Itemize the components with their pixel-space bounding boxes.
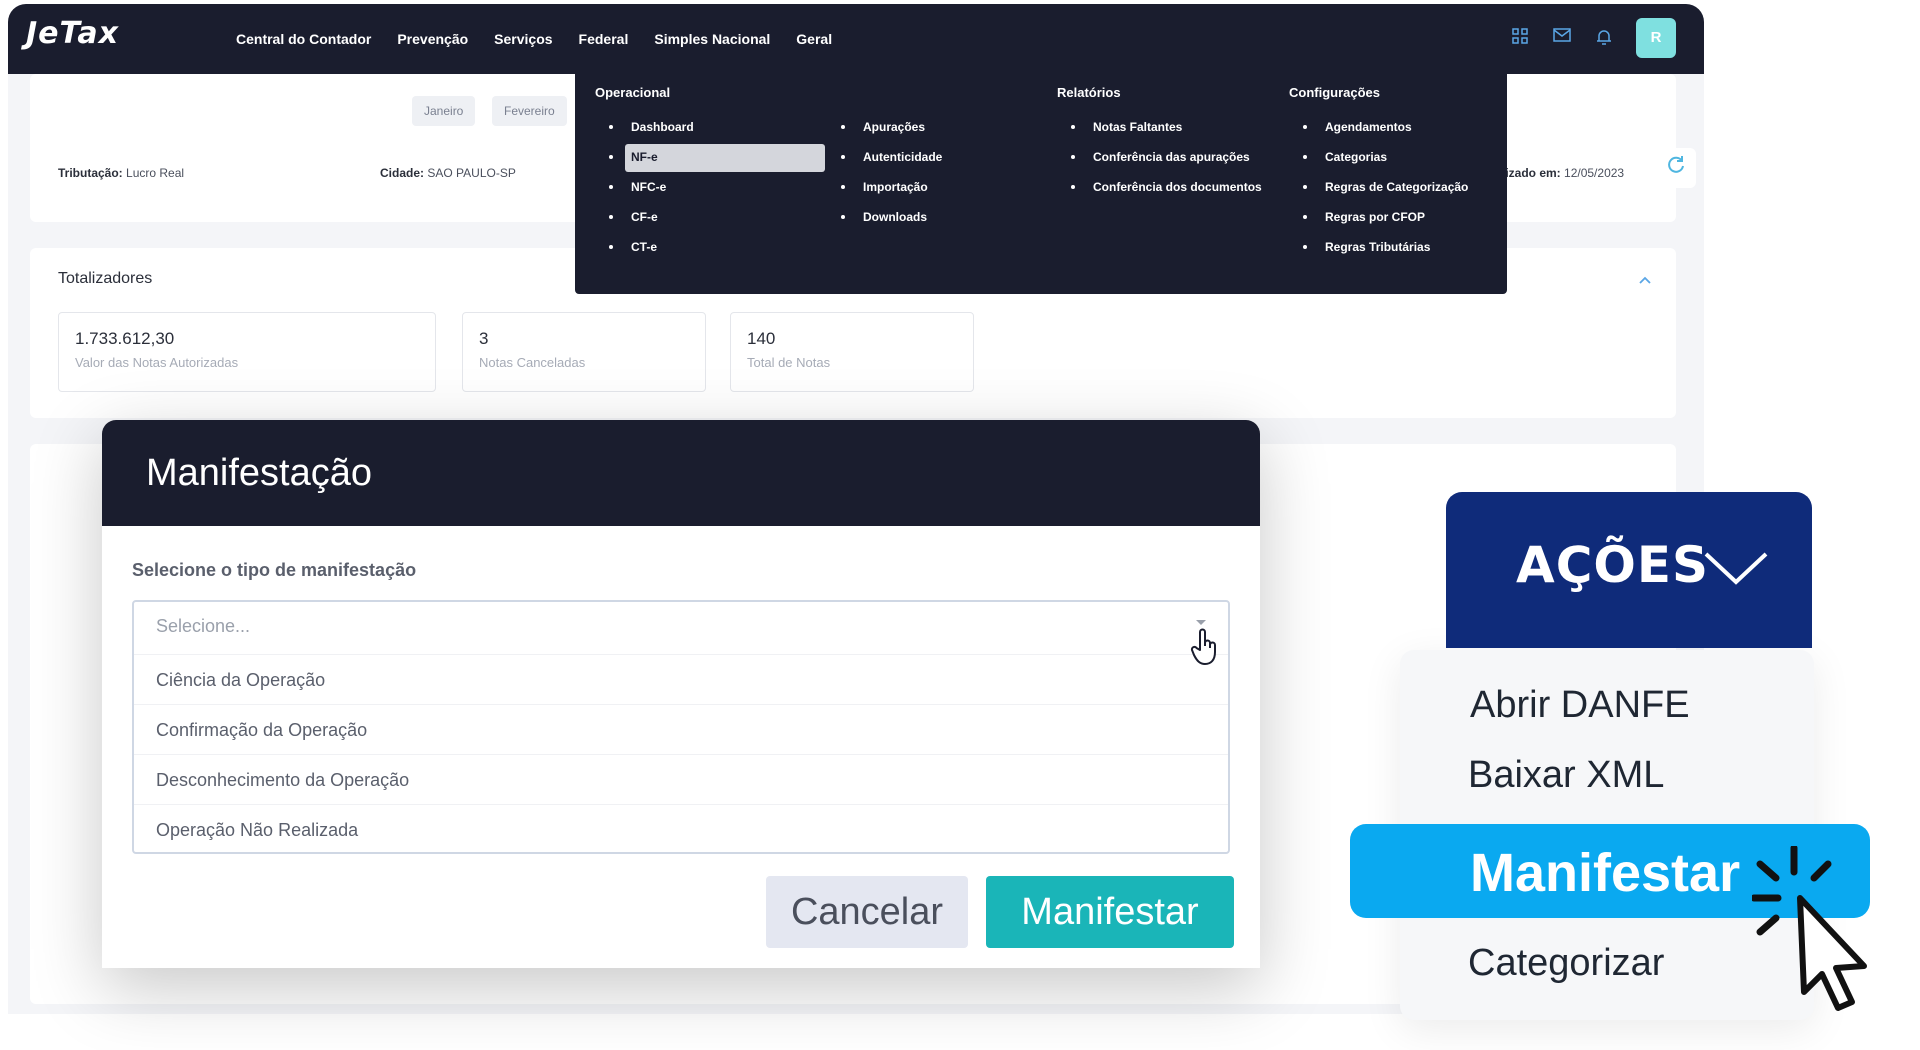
month-janeiro[interactable]: Janeiro [412, 96, 476, 126]
menu-item-downloads[interactable]: Downloads [827, 202, 942, 232]
menu-item-regras-cfop[interactable]: Regras por CFOP [1289, 202, 1468, 232]
total-value: 3 [479, 329, 489, 348]
total-notas: 140 Total de Notas [730, 312, 974, 392]
menu-item-importacao[interactable]: Importação [827, 172, 942, 202]
manifestacao-modal: Manifestação Selecione o tipo de manifes… [102, 420, 1260, 968]
logo: JeTax [26, 16, 120, 51]
nav-simples-nacional[interactable]: Simples Nacional [654, 31, 770, 47]
total-label: Notas Canceladas [479, 355, 586, 370]
actions-header-label: AÇÕES [1516, 536, 1710, 594]
action-abrir-danfe[interactable]: Abrir DANFE [1470, 684, 1690, 727]
menu-item-conferencia-apuracoes[interactable]: Conferência das apurações [1057, 142, 1262, 172]
menu-item-notas-faltantes[interactable]: Notas Faltantes [1057, 112, 1262, 142]
main-nav: Central do Contador Prevenção Serviços F… [236, 4, 832, 74]
menu-item-nfe[interactable]: NF-e [595, 142, 825, 172]
total-label: Valor das Notas Autorizadas [75, 355, 239, 370]
total-value: 140 [747, 329, 776, 348]
manifestacao-type-select[interactable]: Selecione... Ciência da Operação Confirm… [132, 600, 1230, 854]
chevron-down-icon [1704, 552, 1768, 585]
manifestacao-type-label: Selecione o tipo de manifestação [132, 560, 417, 580]
action-baixar-xml[interactable]: Baixar XML [1468, 754, 1664, 797]
menu-col-configuracoes: Configurações Agendamentos Categorias Re… [1289, 82, 1468, 262]
menu-item-regras-tributarias[interactable]: Regras Tributárias [1289, 232, 1468, 262]
grid-icon[interactable] [1510, 28, 1530, 48]
avatar[interactable]: R [1636, 18, 1676, 58]
top-navbar: JeTax Central do Contador Prevenção Serv… [8, 4, 1704, 74]
click-cursor-icon [1752, 846, 1867, 1011]
total-value: 1.733.612,30 [75, 329, 175, 348]
option-nao-realizada[interactable]: Operação Não Realizada [134, 804, 1228, 854]
hand-cursor-icon [1190, 628, 1220, 678]
chevron-up-icon[interactable] [1638, 272, 1652, 288]
select-options: Ciência da Operação Confirmação da Opera… [134, 654, 1228, 854]
menu-item-agendamentos[interactable]: Agendamentos [1289, 112, 1468, 142]
option-ciencia[interactable]: Ciência da Operação [134, 654, 1228, 704]
atualizado-info: lizado em: 12/05/2023 [1502, 166, 1625, 180]
menu-item-cte[interactable]: CT-e [595, 232, 694, 262]
total-canceladas: 3 Notas Canceladas [462, 312, 706, 392]
menu-item-cfe[interactable]: CF-e [595, 202, 694, 232]
menu-item-regras-categorizacao[interactable]: Regras de Categorização [1289, 172, 1468, 202]
nav-central-do-contador[interactable]: Central do Contador [236, 31, 371, 47]
menu-col-title: Relatórios [1057, 85, 1121, 100]
option-confirmacao[interactable]: Confirmação da Operação [134, 704, 1228, 754]
totalizadores-title: Totalizadores [58, 270, 153, 287]
month-fevereiro[interactable]: Fevereiro [492, 96, 567, 126]
total-valor-autorizadas: 1.733.612,30 Valor das Notas Autorizadas [58, 312, 436, 392]
menu-item-apuracoes[interactable]: Apurações [827, 112, 942, 142]
nav-servicos[interactable]: Serviços [494, 31, 552, 47]
option-desconhecimento[interactable]: Desconhecimento da Operação [134, 754, 1228, 804]
nav-federal[interactable]: Federal [579, 31, 629, 47]
menu-item-conferencia-documentos[interactable]: Conferência dos documentos [1057, 172, 1262, 202]
mega-dropdown-menu: Operacional Dashboard NF-e NFC-e CF-e CT… [575, 74, 1507, 294]
nav-icons: R [1510, 18, 1676, 58]
action-manifestar-label: Manifestar [1470, 843, 1741, 903]
cancel-button[interactable]: Cancelar [766, 876, 968, 948]
nav-prevencao[interactable]: Prevenção [397, 31, 468, 47]
bell-icon[interactable] [1594, 28, 1614, 48]
chevron-down-icon[interactable] [1196, 620, 1206, 625]
total-label: Total de Notas [747, 355, 831, 370]
menu-item-nfce[interactable]: NFC-e [595, 172, 694, 202]
menu-col-title: Configurações [1289, 85, 1381, 100]
tributacao-info: Tributação: Lucro Real [58, 166, 185, 180]
refresh-icon[interactable] [1656, 148, 1696, 188]
menu-item-categorias[interactable]: Categorias [1289, 142, 1468, 172]
mail-icon[interactable] [1552, 28, 1572, 48]
menu-col-relatorios: Relatórios Notas Faltantes Conferência d… [1057, 82, 1262, 202]
nav-geral[interactable]: Geral [796, 31, 832, 47]
select-placeholder: Selecione... [156, 616, 251, 636]
modal-title: Manifestação [146, 452, 373, 494]
screenshot-stage: JeTax Central do Contador Prevenção Serv… [0, 0, 1920, 1050]
menu-col-operacional: Operacional Dashboard NF-e NFC-e CF-e CT… [595, 82, 825, 262]
action-categorizar[interactable]: Categorizar [1468, 942, 1664, 985]
actions-dropdown-header[interactable]: AÇÕES [1446, 492, 1812, 648]
menu-item-autenticidade[interactable]: Autenticidade [827, 142, 942, 172]
menu-col-title: Operacional [595, 85, 671, 100]
menu-col-operacional-2: Apurações Autenticidade Importação Downl… [827, 82, 942, 232]
manifestar-button[interactable]: Manifestar [986, 876, 1234, 948]
modal-header: Manifestação [102, 420, 1260, 526]
cidade-info: Cidade: SAO PAULO-SP [380, 166, 516, 180]
menu-item-dashboard[interactable]: Dashboard [595, 112, 694, 142]
